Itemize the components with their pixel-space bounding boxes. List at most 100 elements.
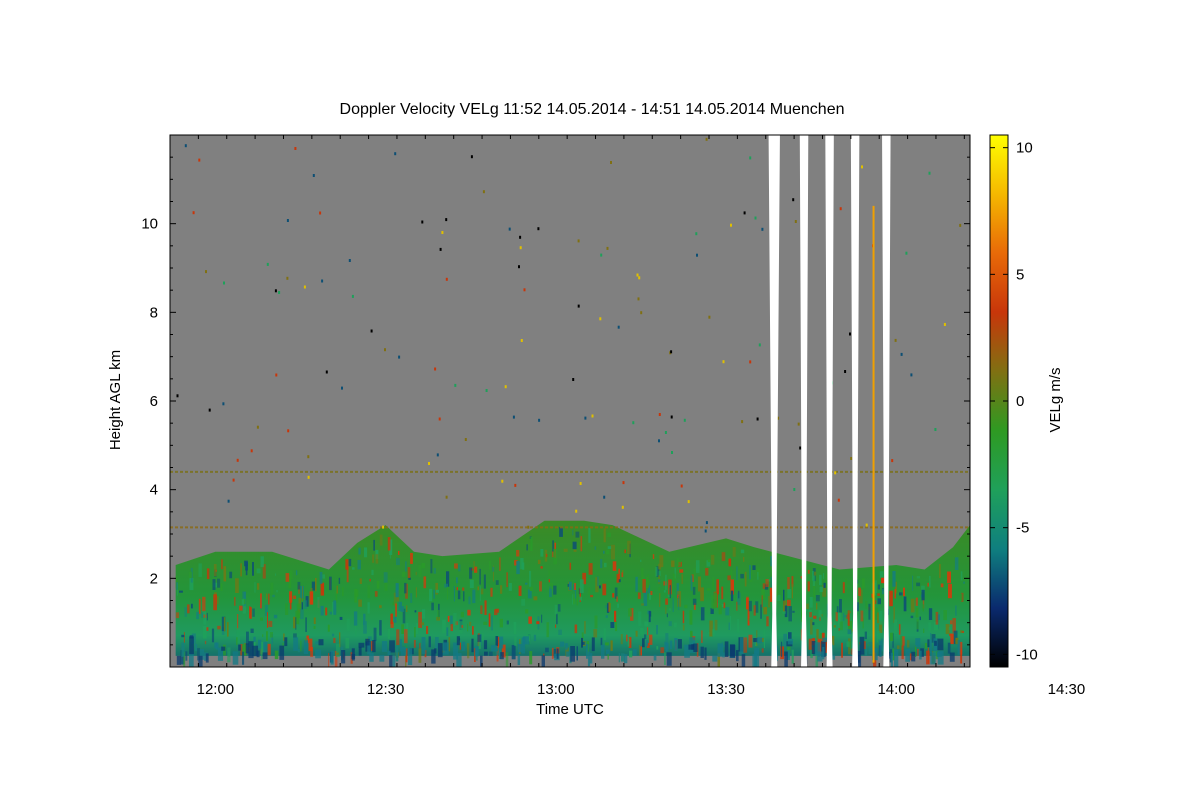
noise-speck xyxy=(793,488,796,491)
velocity-streak xyxy=(822,637,827,642)
noise-speck xyxy=(523,288,526,292)
noise-speck xyxy=(518,265,520,269)
velocity-streak xyxy=(460,611,464,618)
velocity-streak xyxy=(256,568,261,574)
velocity-streak xyxy=(383,572,388,583)
velocity-streak xyxy=(590,594,594,598)
velocity-streak xyxy=(481,633,484,642)
velocity-streak xyxy=(375,554,379,564)
noise-speck xyxy=(223,281,225,285)
velocity-streak xyxy=(600,637,603,646)
velocity-streak xyxy=(822,647,825,660)
velocity-streak xyxy=(842,612,845,621)
velocity-streak xyxy=(489,560,491,570)
velocity-streak xyxy=(558,629,562,635)
velocity-streak xyxy=(650,591,653,595)
noise-speck xyxy=(722,360,725,364)
velocity-streak xyxy=(315,641,319,645)
noise-speck xyxy=(910,373,913,377)
velocity-streak xyxy=(358,599,362,607)
velocity-streak xyxy=(748,600,752,612)
velocity-streak xyxy=(189,653,194,667)
noise-speck xyxy=(664,431,667,434)
velocity-streak xyxy=(517,654,521,666)
velocity-streak xyxy=(526,544,528,551)
velocity-streak xyxy=(693,568,696,579)
velocity-streak xyxy=(405,561,407,572)
velocity-streak xyxy=(788,606,792,622)
velocity-streak xyxy=(701,630,703,643)
velocity-streak xyxy=(762,583,766,589)
velocity-streak xyxy=(721,552,726,562)
velocity-streak xyxy=(410,552,413,564)
velocity-streak xyxy=(748,618,750,621)
velocity-streak xyxy=(469,579,474,589)
velocity-streak xyxy=(274,650,279,660)
velocity-streak xyxy=(556,648,559,659)
velocity-streak xyxy=(257,583,260,590)
velocity-streak xyxy=(705,568,709,576)
velocity-streak xyxy=(456,653,462,667)
velocity-streak xyxy=(521,598,526,606)
noise-speck xyxy=(485,389,488,392)
velocity-streak xyxy=(293,595,297,599)
velocity-streak xyxy=(665,606,667,614)
velocity-streak xyxy=(892,571,896,587)
velocity-streak xyxy=(522,562,525,570)
velocity-streak xyxy=(618,652,620,663)
velocity-streak xyxy=(724,641,729,657)
noise-speck xyxy=(438,417,441,421)
velocity-streak xyxy=(533,634,537,642)
velocity-streak xyxy=(579,596,582,601)
velocity-streak xyxy=(406,605,408,612)
velocity-streak xyxy=(647,627,649,636)
velocity-streak xyxy=(947,642,951,654)
velocity-streak xyxy=(574,624,578,634)
noise-speck xyxy=(708,315,711,319)
velocity-streak xyxy=(528,616,532,624)
velocity-streak xyxy=(392,601,394,606)
velocity-streak xyxy=(211,628,215,643)
velocity-streak xyxy=(266,631,268,641)
velocity-streak xyxy=(741,654,746,667)
velocity-streak xyxy=(635,576,638,592)
velocity-streak xyxy=(446,627,449,636)
velocity-streak xyxy=(588,587,590,596)
velocity-streak xyxy=(303,640,309,655)
velocity-streak xyxy=(605,605,607,609)
velocity-streak xyxy=(648,634,653,645)
velocity-streak xyxy=(712,655,718,662)
velocity-streak xyxy=(536,621,540,625)
velocity-streak xyxy=(747,609,750,626)
velocity-streak xyxy=(421,622,425,626)
noise-speck xyxy=(683,418,686,422)
velocity-streak xyxy=(603,628,606,641)
velocity-streak xyxy=(266,593,268,600)
velocity-streak xyxy=(273,614,278,619)
velocity-streak xyxy=(761,595,763,608)
colorbar-label: VELg m/s xyxy=(1047,367,1064,432)
velocity-streak xyxy=(658,563,662,570)
velocity-streak xyxy=(957,639,961,656)
velocity-streak xyxy=(275,573,277,576)
velocity-streak xyxy=(812,570,814,581)
velocity-streak xyxy=(330,650,334,665)
noise-speck xyxy=(621,505,624,509)
velocity-streak xyxy=(665,598,668,605)
velocity-streak xyxy=(189,636,194,655)
velocity-streak xyxy=(185,651,188,661)
noise-speck xyxy=(794,220,797,223)
noise-speck xyxy=(454,383,457,387)
colorbar: -10 -5 0 5 10 VELg m/s xyxy=(989,134,1064,668)
velocity-streak xyxy=(928,622,931,631)
velocity-streak xyxy=(484,651,488,656)
velocity-streak xyxy=(203,614,205,618)
noise-speck xyxy=(638,276,641,280)
velocity-streak xyxy=(421,637,426,655)
velocity-streak xyxy=(384,581,388,591)
velocity-streak xyxy=(695,560,700,573)
velocity-streak xyxy=(614,610,617,622)
velocity-streak xyxy=(229,571,233,579)
velocity-streak xyxy=(327,624,330,632)
velocity-streak xyxy=(889,590,893,607)
